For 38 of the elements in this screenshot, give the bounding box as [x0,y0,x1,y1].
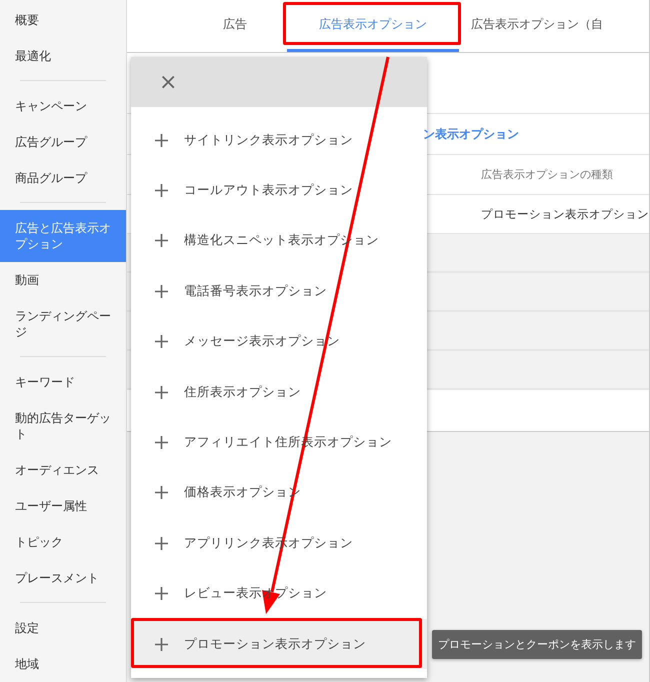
sidebar-item[interactable]: オーディエンス [0,452,126,488]
menu-item[interactable]: メッセージ表示オプション [131,316,427,367]
plus-icon [155,134,168,147]
sidebar-item[interactable]: トピック [0,524,126,560]
sidebar-item[interactable]: 地域 [0,646,126,682]
sidebar-item[interactable]: 設定 [0,610,126,646]
tooltip: プロモーションとクーポンを表示します [432,630,642,659]
sidebar-item[interactable]: ユーザー属性 [0,488,126,524]
sidebar-item[interactable]: 広告グループ [0,124,126,160]
sidebar-item[interactable]: キャンペーン [0,88,126,124]
sidebar-item[interactable]: 動的広告ターゲット [0,400,126,452]
plus-icon [155,234,168,248]
sidebar-item[interactable]: 動画 [0,262,126,298]
menu-item[interactable]: 住所表示オプション [131,366,427,418]
plus-icon [155,335,168,348]
sidebar-item[interactable]: 広告と広告表示オプション [0,210,126,262]
sidebar-item[interactable]: ランディングページ [0,298,126,350]
plus-icon [155,184,168,198]
plus-icon [155,587,168,600]
tab[interactable]: 広告表示オプション（自 [459,0,615,52]
plus-icon [155,436,168,450]
plus-icon [155,638,168,651]
sidebar-item[interactable]: 商品グループ [0,160,126,196]
menu-item[interactable]: 電話番号表示オプション [131,266,427,317]
plus-icon [155,486,168,500]
sidebar-item[interactable]: 最適化 [0,38,126,74]
close-button[interactable]: × [155,70,182,94]
sidebar-item[interactable]: 概要 [0,2,126,38]
column-header: 広告表示オプションの種類 [481,167,613,182]
menu-item[interactable]: コールアウト表示オプション [131,165,427,216]
tab[interactable]: 広告 [183,0,287,52]
sidebar-item[interactable]: キーワード [0,364,126,400]
plus-icon [155,386,168,399]
plus-icon [155,536,168,550]
plus-icon [155,284,168,298]
table-cell: プロモーション表示オプション [481,206,649,222]
menu-item[interactable]: プロモーション表示オプション [131,618,427,670]
sidebar-item[interactable]: プレースメント [0,560,126,596]
